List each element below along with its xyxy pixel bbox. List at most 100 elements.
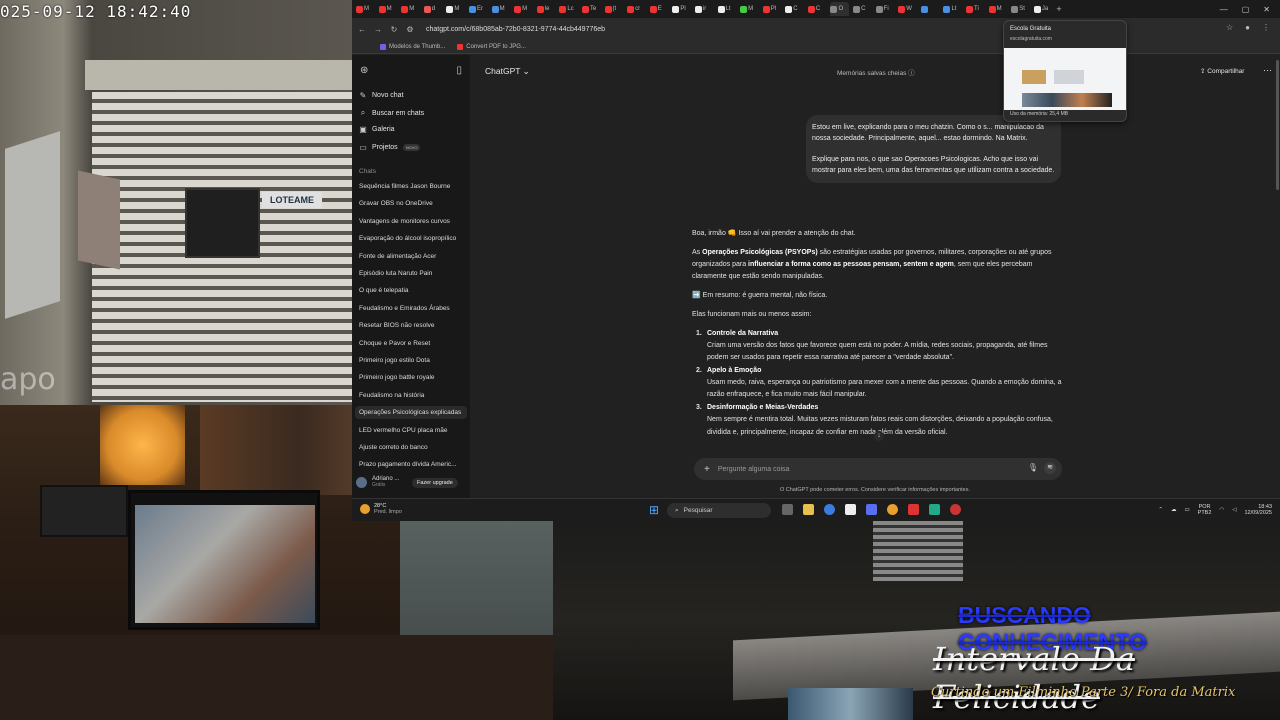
browser-tab[interactable]: C — [853, 2, 872, 16]
language-indicator[interactable]: POR PTB2 — [1198, 504, 1212, 516]
browser-tab[interactable]: M — [491, 2, 511, 16]
scrollbar[interactable] — [1276, 60, 1279, 190]
composer-placeholder[interactable]: Pergunte alguma coisa — [718, 466, 790, 473]
share-button[interactable]: ⇪ Compartilhar — [1200, 67, 1244, 75]
network-icon[interactable]: ▭ — [1184, 507, 1189, 513]
sidebar-item-projects[interactable]: ▭ Projetos NOVO — [359, 143, 421, 152]
bookmark-item[interactable]: Modelos de Thumb... — [380, 43, 445, 50]
sidebar-chat-item[interactable]: Resetar BIOS não resolve — [359, 322, 435, 329]
sidebar-chat-item[interactable]: Vantagens de monitores curvos — [359, 218, 450, 225]
browser-tab[interactable]: Pl — [672, 2, 691, 16]
browser-tab[interactable]: M — [378, 2, 398, 16]
chrome-icon[interactable] — [887, 504, 898, 515]
browser-tab[interactable]: (t — [604, 2, 624, 16]
store-icon[interactable] — [845, 504, 856, 515]
sidebar-chat-item[interactable]: Evaporação do álcool isopropílico — [359, 235, 456, 242]
memory-status[interactable]: Memórias salvas cheias ⓘ — [837, 67, 915, 77]
close-icon[interactable]: ✕ — [1263, 5, 1270, 14]
chevron-up-icon[interactable]: ⌃ — [1158, 507, 1163, 513]
browser-tab[interactable]: Te — [581, 2, 601, 16]
sidebar-chat-item[interactable]: Choque e Pavor e Reset — [359, 340, 430, 347]
browser-tab[interactable]: Lt — [717, 2, 737, 16]
sidebar-chat-item[interactable]: Feudalismo e Emirados Árabes — [359, 305, 450, 312]
browser-tab[interactable]: ir — [694, 2, 714, 16]
sidebar-chat-item[interactable]: Sequência filmes Jason Bourne — [359, 183, 450, 190]
task-view-icon[interactable] — [782, 504, 793, 515]
chrome-red-icon[interactable] — [950, 504, 961, 515]
browser-tab[interactable]: M — [514, 2, 533, 16]
sidebar-item-gallery[interactable]: ▣ Galeria — [359, 125, 394, 134]
more-options-icon[interactable]: ⋯ — [1263, 65, 1272, 76]
sidebar-item-search[interactable]: ⌕ Buscar em chats — [359, 108, 424, 118]
obs-icon[interactable] — [908, 504, 919, 515]
browser-tab[interactable]: M — [740, 2, 759, 16]
sidebar-item-new-chat[interactable]: ✎ Novo chat — [359, 91, 404, 100]
reload-icon[interactable]: ↻ — [388, 25, 400, 34]
forward-icon[interactable]: → — [372, 25, 384, 34]
cloud-icon[interactable]: ☁ — [1171, 507, 1177, 513]
message-composer[interactable]: + Pergunte alguma coisa 🎙 ≋ — [694, 458, 1062, 480]
browser-tab[interactable]: Lt — [943, 2, 962, 16]
plus-icon[interactable]: + — [704, 464, 710, 475]
sidebar-chat-item[interactable]: Episódio luta Naruto Pain — [359, 270, 432, 277]
profile-icon[interactable]: ● — [1245, 23, 1250, 32]
browser-tab[interactable]: St — [1011, 2, 1030, 16]
windows-start-icon[interactable]: ⊞ — [649, 503, 659, 517]
menu-icon[interactable]: ⋮ — [1262, 23, 1270, 32]
weather-widget[interactable]: 28°C Pred. limpo — [360, 503, 402, 516]
sidebar-chat-item[interactable]: Primeiro jogo estilo Dota — [359, 357, 430, 364]
volume-icon[interactable]: ◁ — [1232, 507, 1236, 513]
sidebar-chat-item[interactable]: O que é telepatia — [359, 287, 409, 294]
sidebar-chat-item[interactable]: Ajuste correto do banco — [359, 444, 428, 451]
browser-tab[interactable]: O — [830, 2, 850, 16]
browser-tab[interactable]: M — [401, 2, 420, 16]
browser-tab[interactable]: cr — [627, 2, 646, 16]
browser-tab[interactable]: Pl — [762, 2, 782, 16]
browser-tab[interactable]: Fi — [875, 2, 895, 16]
browser-tab[interactable]: M — [446, 2, 465, 16]
bookmark-item[interactable]: Convert PDF to JPG... — [457, 43, 526, 50]
sidebar-toggle-icon[interactable]: ▯ — [456, 65, 462, 76]
sidebar-chat-item[interactable]: Operações Psicológicas explicadas — [355, 406, 467, 420]
sidebar-chat-item[interactable]: Primeiro jogo battle royale — [359, 374, 435, 381]
taskbar-search[interactable]: ⌕ Pesquisar — [667, 503, 771, 518]
voice-mode-icon[interactable]: ≋ — [1044, 462, 1056, 474]
browser-tab[interactable]: C — [785, 2, 804, 16]
url-text[interactable]: chatgpt.com/c/68b085ab-72b0-8321-9774-44… — [426, 26, 605, 33]
sidebar-chat-item[interactable]: Prazo pagamento dívida Americ... — [359, 461, 457, 468]
browser-tab[interactable]: W — [898, 2, 917, 16]
sidebar-chat-item[interactable]: Fonte de alimentação Acer — [359, 253, 436, 260]
browser-tab[interactable]: M — [356, 2, 375, 16]
new-tab-icon[interactable]: + — [1056, 2, 1075, 16]
tab-favicon-icon — [717, 5, 725, 13]
file-explorer-icon[interactable] — [803, 504, 814, 515]
wifi-icon[interactable]: ◠ — [1219, 507, 1224, 513]
browser-tab[interactable]: Ti — [966, 2, 985, 16]
back-icon[interactable]: ← — [356, 25, 368, 34]
browser-tab[interactable]: Lc — [559, 2, 578, 16]
browser-tab[interactable]: d — [423, 2, 443, 16]
edge-icon[interactable] — [824, 504, 835, 515]
upgrade-button[interactable]: Fazer upgrade — [412, 478, 458, 488]
browser-tab[interactable] — [920, 2, 940, 16]
sidebar-chat-item[interactable]: Gravar OBS no OneDrive — [359, 200, 433, 207]
bookmark-star-icon[interactable]: ☆ — [1226, 23, 1233, 32]
browser-tab[interactable]: Ja — [1033, 2, 1053, 16]
browser-tab[interactable]: Er — [468, 2, 488, 16]
browser-tab[interactable]: E — [649, 2, 669, 16]
discord-icon[interactable] — [866, 504, 877, 515]
site-info-icon[interactable]: ⚙ — [404, 25, 416, 34]
maximize-icon[interactable]: ▢ — [1242, 5, 1250, 14]
browser-tab[interactable]: M — [988, 2, 1008, 16]
microphone-icon[interactable]: 🎙 — [1028, 463, 1038, 472]
app-icon[interactable] — [929, 504, 940, 515]
clock[interactable]: 18:43 12/09/2025 — [1244, 504, 1272, 517]
browser-tab[interactable]: C — [807, 2, 827, 16]
sidebar-chat-item[interactable]: Feudalismo na história — [359, 392, 424, 399]
scroll-down-button[interactable]: ↓ — [874, 431, 884, 441]
sidebar-chat-item[interactable]: LED vermelho CPU placa mãe — [359, 427, 448, 434]
openai-logo-icon[interactable]: ⊛ — [360, 65, 368, 76]
model-selector[interactable]: ChatGPT ⌄ — [485, 66, 530, 77]
minimize-icon[interactable]: — — [1220, 5, 1228, 14]
browser-tab[interactable]: le — [536, 2, 556, 16]
